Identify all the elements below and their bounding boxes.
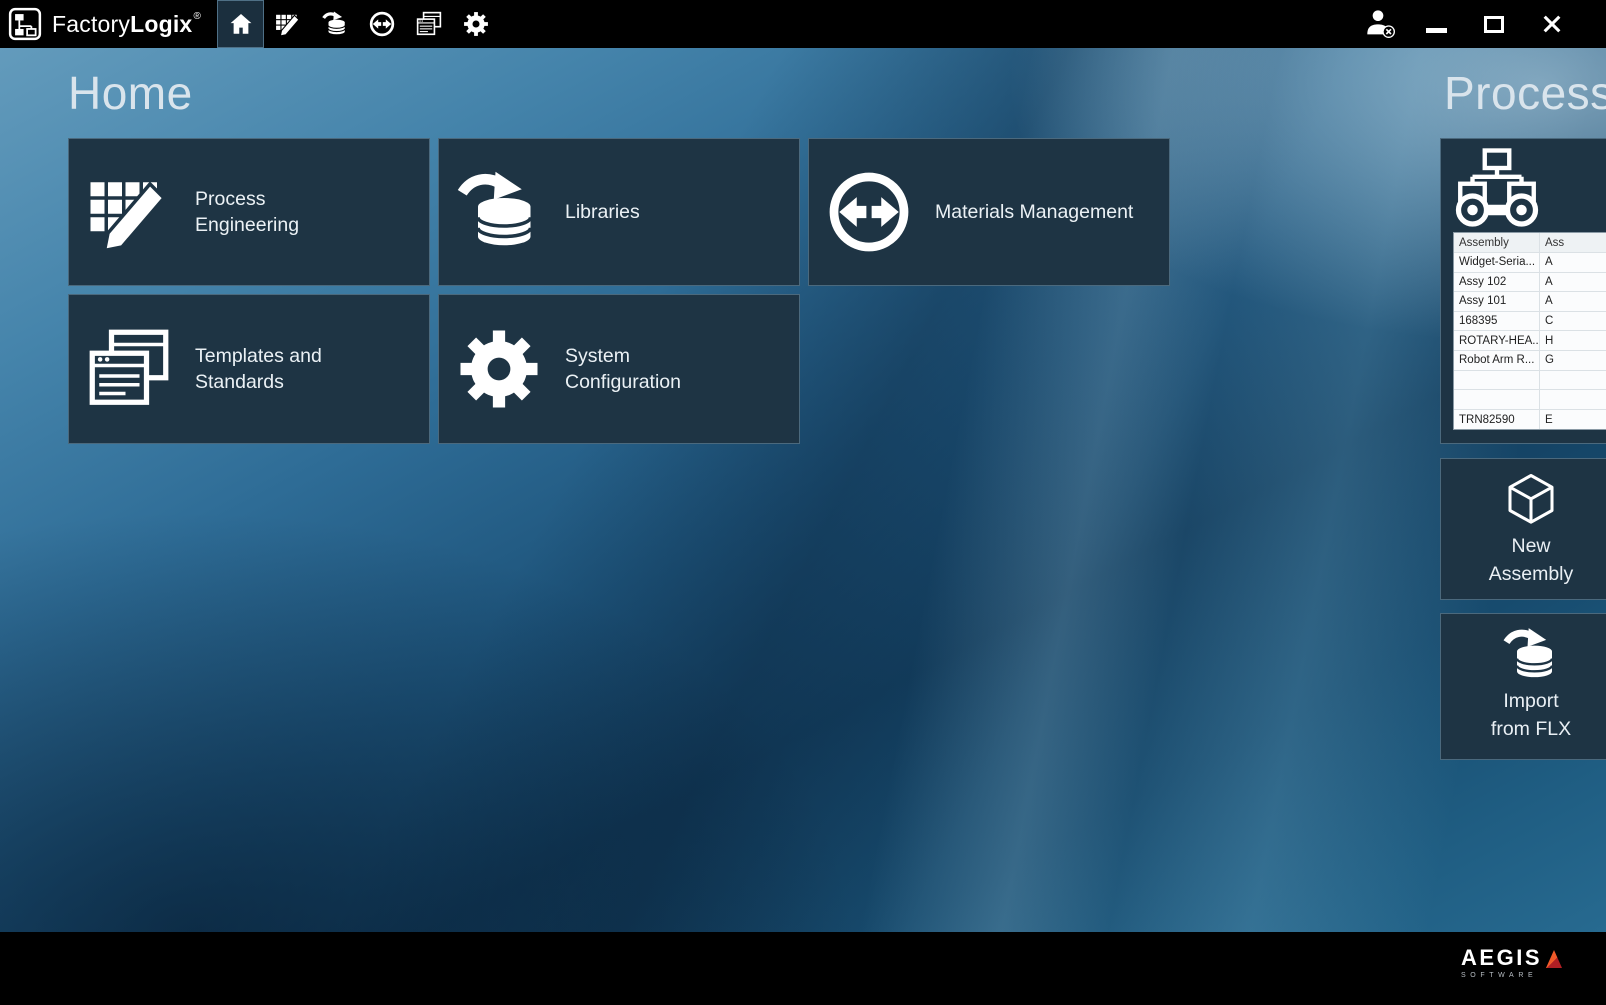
tile-label: SystemConfiguration <box>565 343 681 395</box>
aegis-logo: AEGIS SOFTWARE <box>1461 947 1562 979</box>
tile-label: Templates andStandards <box>195 343 322 395</box>
assembly-cell <box>1454 371 1540 390</box>
nav-home-button[interactable] <box>217 0 264 48</box>
maximize-icon <box>1484 16 1504 33</box>
table-row[interactable] <box>1454 371 1606 391</box>
table-row[interactable] <box>1454 390 1606 410</box>
page-title: Home <box>68 66 193 120</box>
user-signed-out-icon <box>1364 7 1396 39</box>
new-assembly-cube-icon <box>1503 472 1559 528</box>
assembly-list-tile: Assembly Ass Widget-Seria... A Assy 102 … <box>1440 138 1606 444</box>
close-button[interactable] <box>1532 4 1572 44</box>
main-area: Home ProcessEngineering Libraries Materi… <box>0 48 1606 932</box>
revision-cell: A <box>1540 276 1606 288</box>
new-assembly-button[interactable]: NewAssembly <box>1440 458 1606 600</box>
assembly-cell: Robot Arm R... <box>1454 351 1540 370</box>
nav-process-engineering-button[interactable] <box>264 0 311 48</box>
maximize-button[interactable] <box>1474 4 1514 44</box>
aegis-triangle-icon <box>1546 950 1562 968</box>
revision-cell: H <box>1540 335 1606 347</box>
aegis-wordmark: AEGIS <box>1461 947 1542 969</box>
user-account-button[interactable] <box>1364 7 1398 41</box>
assembly-column-header: Assembly <box>1454 233 1540 252</box>
minimize-icon <box>1426 28 1447 33</box>
assembly-cell: ROTARY-HEA... <box>1454 331 1540 350</box>
import-from-flx-label: Importfrom FLX <box>1491 688 1571 743</box>
assembly-cell: Widget-Seria... <box>1454 253 1540 272</box>
window-controls <box>1364 0 1606 48</box>
settings-gear-icon <box>457 327 541 411</box>
brand: FactoryLogix® <box>0 7 201 41</box>
home-icon <box>228 11 254 37</box>
revision-cell: C <box>1540 315 1606 327</box>
libraries-icon <box>322 11 348 37</box>
table-row[interactable]: TRN82590 E <box>1454 410 1606 430</box>
nav-settings-button[interactable] <box>452 0 499 48</box>
nav-libraries-button[interactable] <box>311 0 358 48</box>
libraries-icon <box>457 170 541 254</box>
new-assembly-label: NewAssembly <box>1489 533 1574 588</box>
assembly-table: Assembly Ass Widget-Seria... A Assy 102 … <box>1453 232 1606 430</box>
table-row[interactable]: Widget-Seria... A <box>1454 253 1606 273</box>
revision-cell: E <box>1540 414 1606 426</box>
assembly-table-header: Assembly Ass <box>1454 233 1606 253</box>
nav-templates-button[interactable] <box>405 0 452 48</box>
table-row[interactable]: Robot Arm R... G <box>1454 351 1606 371</box>
assembly-viewer-icon <box>1455 147 1539 231</box>
aegis-software-text: SOFTWARE <box>1461 972 1562 979</box>
materials-management-icon <box>369 11 395 37</box>
templates-icon <box>87 327 171 411</box>
factorylogix-logo-icon <box>8 7 42 41</box>
assembly-cell <box>1454 390 1540 409</box>
app-window: FactoryLogix® <box>0 0 1606 1005</box>
tile-process-engineering[interactable]: ProcessEngineering <box>68 138 430 286</box>
revision-column-header: Ass <box>1540 237 1606 249</box>
table-row[interactable]: 168395 C <box>1454 312 1606 332</box>
tile-label: Libraries <box>565 199 640 225</box>
main-nav <box>217 0 499 48</box>
tile-templates-standards[interactable]: Templates andStandards <box>68 294 430 444</box>
footer-bar: AEGIS SOFTWARE <box>0 932 1606 1005</box>
tile-label: Materials Management <box>935 199 1133 225</box>
import-database-icon <box>1503 627 1559 683</box>
table-row[interactable]: ROTARY-HEA... H <box>1454 331 1606 351</box>
assembly-cell: Assy 101 <box>1454 292 1540 311</box>
import-from-flx-button[interactable]: Importfrom FLX <box>1440 613 1606 760</box>
nav-materials-management-button[interactable] <box>358 0 405 48</box>
tile-materials-management[interactable]: Materials Management <box>808 138 1170 286</box>
process-engineering-icon <box>87 170 171 254</box>
tile-system-configuration[interactable]: SystemConfiguration <box>438 294 800 444</box>
assembly-cell: Assy 102 <box>1454 273 1540 292</box>
title-bar: FactoryLogix® <box>0 0 1606 48</box>
app-title: FactoryLogix® <box>52 11 201 38</box>
revision-cell: A <box>1540 256 1606 268</box>
table-row[interactable]: Assy 102 A <box>1454 273 1606 293</box>
templates-icon <box>416 11 442 37</box>
minimize-button[interactable] <box>1416 4 1456 44</box>
revision-cell: G <box>1540 354 1606 366</box>
close-icon <box>1541 13 1563 35</box>
process-panel-title: Process <box>1444 66 1606 120</box>
materials-management-icon <box>827 170 911 254</box>
assembly-cell: 168395 <box>1454 312 1540 331</box>
tile-label: ProcessEngineering <box>195 186 299 238</box>
settings-gear-icon <box>463 11 489 37</box>
table-row[interactable]: Assy 101 A <box>1454 292 1606 312</box>
revision-cell: A <box>1540 295 1606 307</box>
process-engineering-icon <box>275 11 301 37</box>
assembly-cell: TRN82590 <box>1454 410 1540 430</box>
tile-libraries[interactable]: Libraries <box>438 138 800 286</box>
